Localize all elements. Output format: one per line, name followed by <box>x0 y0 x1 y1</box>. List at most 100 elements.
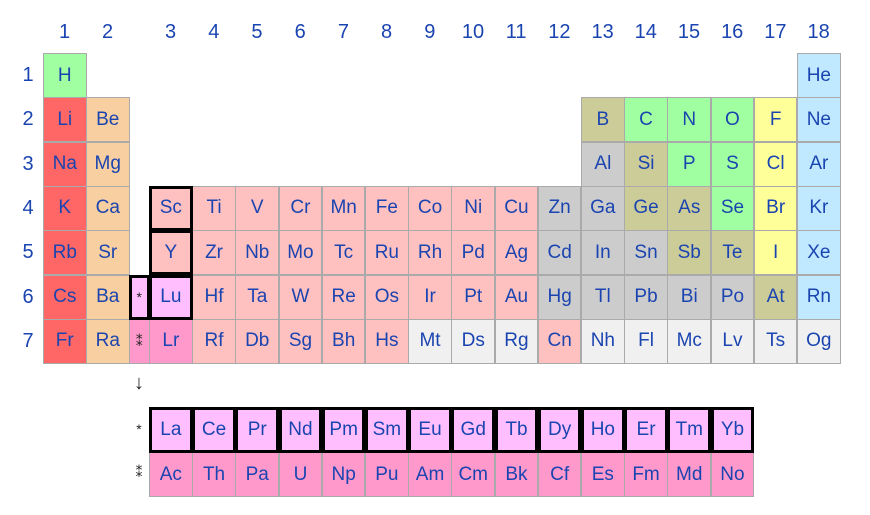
element-pu[interactable]: Pu <box>365 452 409 497</box>
element-lv[interactable]: Lv <box>710 318 755 364</box>
element-sn[interactable]: Sn <box>624 230 668 276</box>
element-n[interactable]: N <box>667 97 712 143</box>
element-zn[interactable]: Zn <box>537 185 582 231</box>
element-p[interactable]: P <box>667 141 712 187</box>
element-ne[interactable]: Ne <box>797 97 841 143</box>
element-i[interactable]: I <box>753 230 798 276</box>
element-og[interactable]: Og <box>797 318 841 364</box>
element-rg[interactable]: Rg <box>494 318 539 364</box>
element-hs[interactable]: Hs <box>365 318 409 364</box>
element-br[interactable]: Br <box>753 185 798 231</box>
element-ds[interactable]: Ds <box>451 318 496 364</box>
element-ac[interactable]: Ac <box>149 452 193 497</box>
element-tc[interactable]: Tc <box>321 230 366 276</box>
element-ta[interactable]: Ta <box>235 274 280 320</box>
element-er[interactable]: Er <box>624 407 668 453</box>
element-mn[interactable]: Mn <box>321 185 366 231</box>
element-rb[interactable]: Rb <box>43 230 87 276</box>
element-cn[interactable]: Cn <box>537 318 582 364</box>
element-sg[interactable]: Sg <box>278 318 323 364</box>
element-ce[interactable]: Ce <box>192 407 236 453</box>
element-cl[interactable]: Cl <box>753 141 798 187</box>
element-am[interactable]: Am <box>408 452 452 497</box>
element-h[interactable]: H <box>43 53 87 98</box>
element-md[interactable]: Md <box>667 452 712 497</box>
element-k[interactable]: K <box>43 185 87 231</box>
element-ge[interactable]: Ge <box>624 185 668 231</box>
element-xe[interactable]: Xe <box>797 230 841 276</box>
element-pr[interactable]: Pr <box>235 407 280 453</box>
element-yb[interactable]: Yb <box>710 407 755 453</box>
element-ba[interactable]: Ba <box>86 274 130 320</box>
element-no[interactable]: No <box>710 452 755 497</box>
element-b[interactable]: B <box>581 97 625 143</box>
element-tb[interactable]: Tb <box>494 407 539 453</box>
element-bk[interactable]: Bk <box>494 452 539 497</box>
element-ti[interactable]: Ti <box>192 185 236 231</box>
element-tl[interactable]: Tl <box>581 274 625 320</box>
element-np[interactable]: Np <box>321 452 366 497</box>
element-lu[interactable]: Lu <box>149 274 193 320</box>
element-pb[interactable]: Pb <box>624 274 668 320</box>
element-co[interactable]: Co <box>408 185 452 231</box>
element-cd[interactable]: Cd <box>537 230 582 276</box>
element-ru[interactable]: Ru <box>365 230 409 276</box>
element-nh[interactable]: Nh <box>581 318 625 364</box>
element-bh[interactable]: Bh <box>321 318 366 364</box>
element-as[interactable]: As <box>667 185 712 231</box>
element-hf[interactable]: Hf <box>192 274 236 320</box>
element-ir[interactable]: Ir <box>408 274 452 320</box>
element-ca[interactable]: Ca <box>86 185 130 231</box>
element-mt[interactable]: Mt <box>408 318 452 364</box>
element-he[interactable]: He <box>797 53 841 98</box>
element-es[interactable]: Es <box>581 452 625 497</box>
element-u[interactable]: U <box>278 452 323 497</box>
element-pt[interactable]: Pt <box>451 274 496 320</box>
element-os[interactable]: Os <box>365 274 409 320</box>
element-mc[interactable]: Mc <box>667 318 712 364</box>
element-th[interactable]: Th <box>192 452 236 497</box>
element-f[interactable]: F <box>753 97 798 143</box>
element-bi[interactable]: Bi <box>667 274 712 320</box>
element-ho[interactable]: Ho <box>581 407 625 453</box>
element-eu[interactable]: Eu <box>408 407 452 453</box>
element-cm[interactable]: Cm <box>451 452 496 497</box>
element-pa[interactable]: Pa <box>235 452 280 497</box>
element-cf[interactable]: Cf <box>537 452 582 497</box>
element-zr[interactable]: Zr <box>192 230 236 276</box>
element-ar[interactable]: Ar <box>797 141 841 187</box>
element-cr[interactable]: Cr <box>278 185 323 231</box>
element-fe[interactable]: Fe <box>365 185 409 231</box>
element-se[interactable]: Se <box>710 185 755 231</box>
element-c[interactable]: C <box>624 97 668 143</box>
element-s[interactable]: S <box>710 141 755 187</box>
element-cs[interactable]: Cs <box>43 274 87 320</box>
element-fm[interactable]: Fm <box>624 452 668 497</box>
element-rh[interactable]: Rh <box>408 230 452 276</box>
element-mo[interactable]: Mo <box>278 230 323 276</box>
element-nd[interactable]: Nd <box>278 407 323 453</box>
element-si[interactable]: Si <box>624 141 668 187</box>
element-mg[interactable]: Mg <box>86 141 130 187</box>
element-lr[interactable]: Lr <box>149 318 193 364</box>
element-ts[interactable]: Ts <box>753 318 798 364</box>
element-la[interactable]: La <box>149 407 193 453</box>
element-nb[interactable]: Nb <box>235 230 280 276</box>
element-ra[interactable]: Ra <box>86 318 130 364</box>
element-pd[interactable]: Pd <box>451 230 496 276</box>
element-fr[interactable]: Fr <box>43 318 87 364</box>
element-ga[interactable]: Ga <box>581 185 625 231</box>
element-te[interactable]: Te <box>710 230 755 276</box>
element-sb[interactable]: Sb <box>667 230 712 276</box>
element-tm[interactable]: Tm <box>667 407 712 453</box>
element-rn[interactable]: Rn <box>797 274 841 320</box>
element-fl[interactable]: Fl <box>624 318 668 364</box>
element-po[interactable]: Po <box>710 274 755 320</box>
element-o[interactable]: O <box>710 97 755 143</box>
element-at[interactable]: At <box>753 274 798 320</box>
element-be[interactable]: Be <box>86 97 130 143</box>
element-kr[interactable]: Kr <box>797 185 841 231</box>
element-hg[interactable]: Hg <box>537 274 582 320</box>
element-w[interactable]: W <box>278 274 323 320</box>
element-re[interactable]: Re <box>321 274 366 320</box>
